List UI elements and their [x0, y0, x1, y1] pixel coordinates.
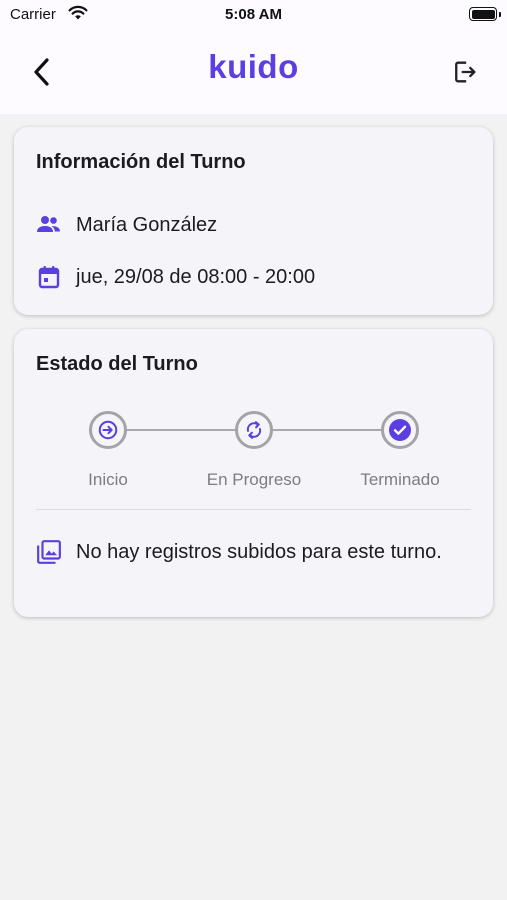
people-icon [36, 212, 62, 238]
photo-library-icon [36, 539, 62, 565]
schedule-text: jue, 29/08 de 08:00 - 20:00 [76, 265, 316, 288]
step-in-progress-label: En Progreso [206, 470, 302, 489]
step-start-label: Inicio [88, 470, 128, 489]
shift-info-card: Información del Turno María González jue… [14, 127, 493, 315]
schedule-row: jue, 29/08 de 08:00 - 20:00 [36, 264, 315, 290]
step-finished-label: Terminado [360, 470, 440, 489]
battery-cap [499, 12, 501, 17]
records-message: No hay registros subidos para este turno… [76, 540, 442, 563]
brand-logo: kuido [208, 48, 299, 85]
shift-status-card: Estado del Turno Inicio En Progreso Term… [14, 329, 493, 617]
step-finished [381, 411, 419, 449]
calendar-icon [36, 264, 62, 290]
battery-icon [469, 7, 497, 21]
sync-icon [246, 421, 262, 439]
check-circle-icon [389, 419, 411, 441]
person-row: María González [36, 212, 217, 238]
step-start [89, 411, 127, 449]
shift-status-title: Estado del Turno [36, 353, 198, 375]
shift-info-title: Información del Turno [36, 151, 246, 173]
stepper-connector-2 [273, 429, 381, 431]
logout-icon [455, 61, 476, 83]
stepper-connector-1 [127, 429, 235, 431]
records-row: No hay registros subidos para este turno… [36, 539, 442, 565]
app-bar: kuido [0, 30, 507, 114]
login-icon [98, 420, 118, 440]
divider [36, 509, 471, 510]
status-bar: Carrier 5:08 AM [0, 0, 507, 30]
step-in-progress [235, 411, 273, 449]
logout-button[interactable] [445, 52, 485, 92]
status-time: 5:08 AM [225, 6, 282, 23]
person-name: María González [76, 213, 218, 236]
